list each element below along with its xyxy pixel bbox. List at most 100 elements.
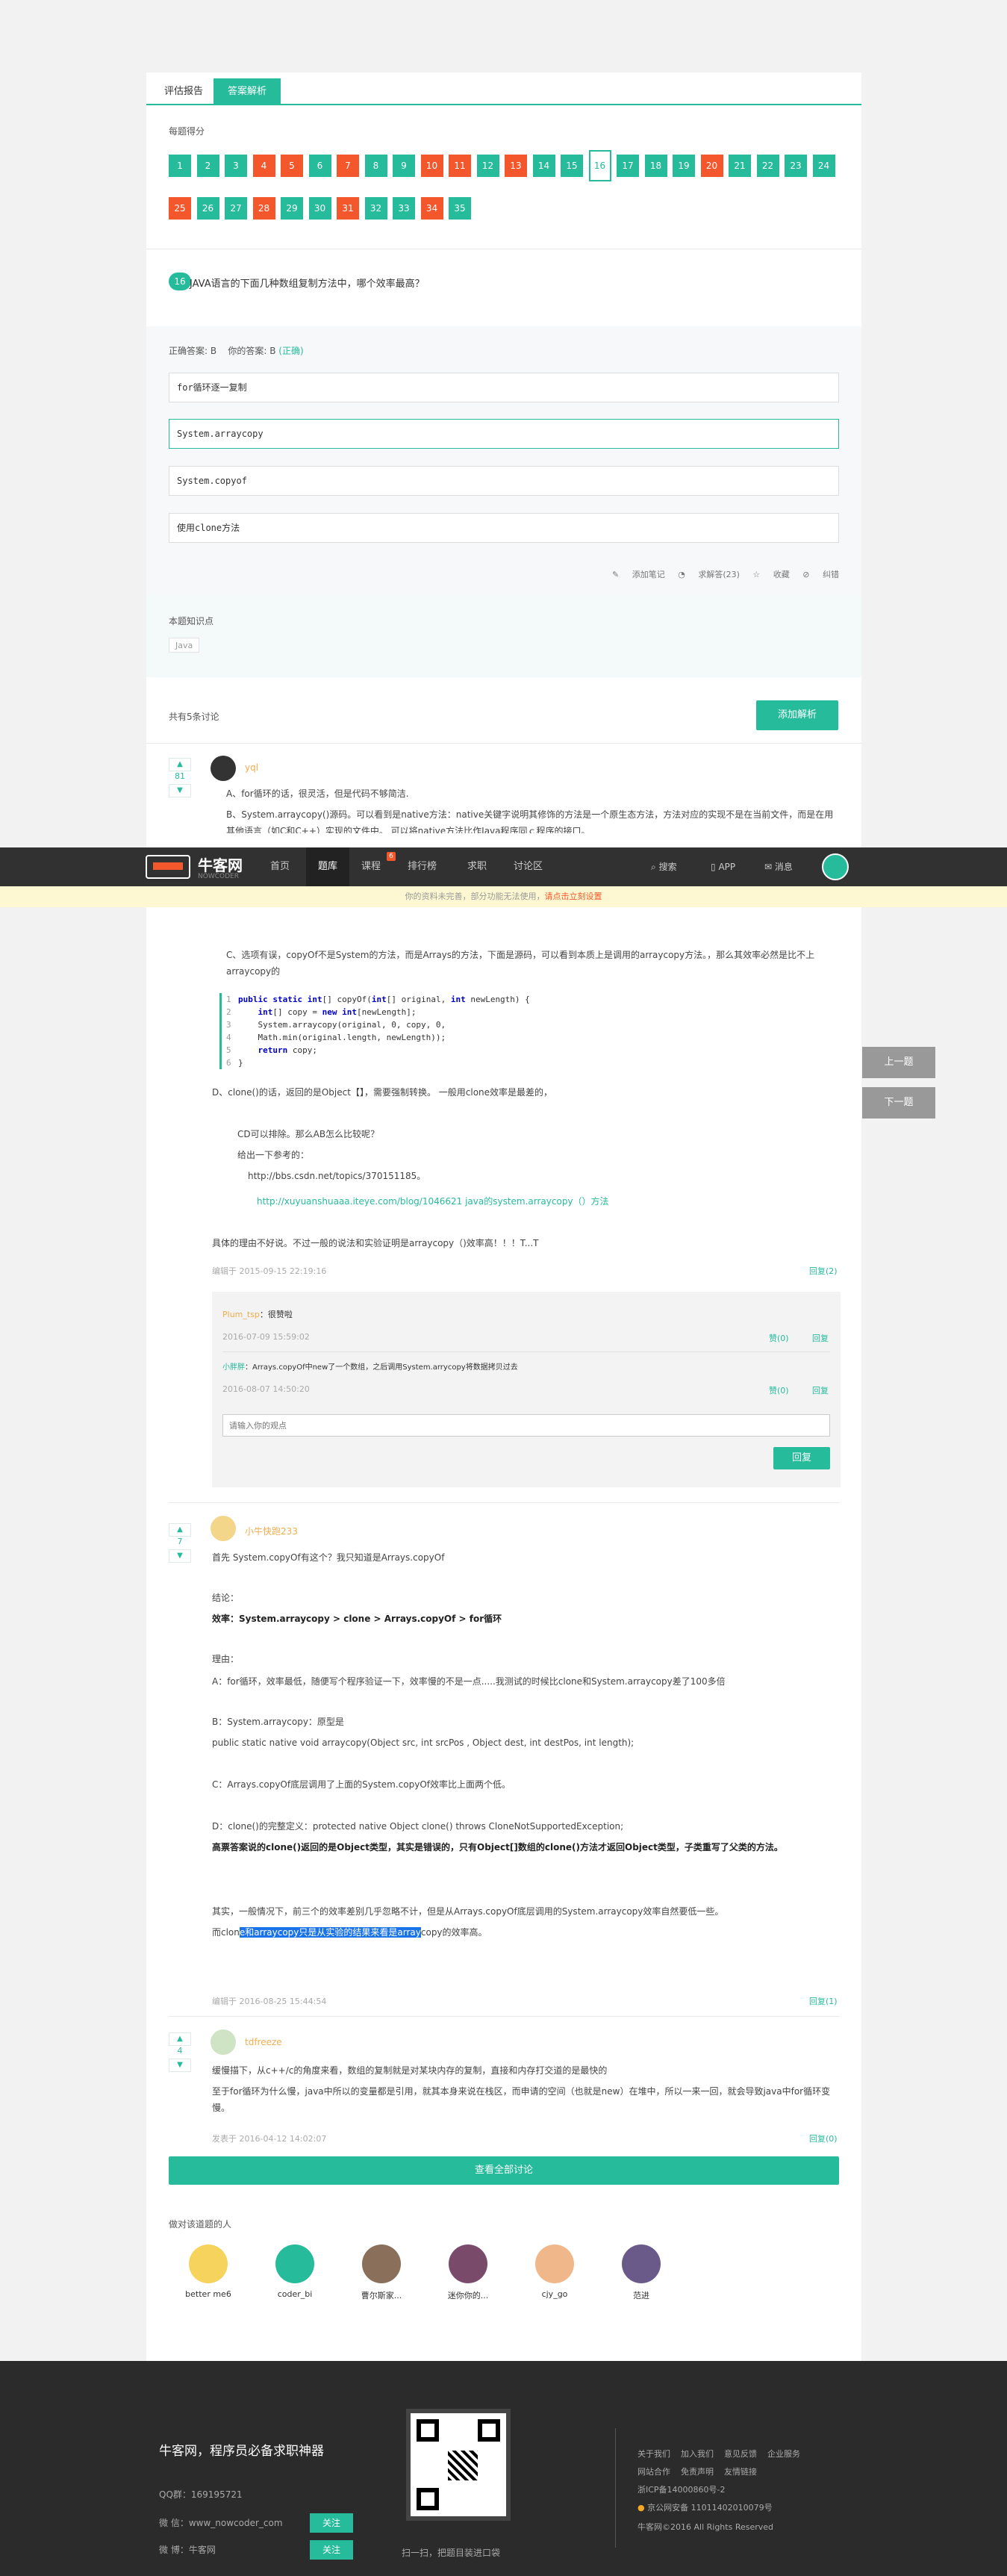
user-avatar[interactable]: [822, 853, 849, 880]
add-note-button[interactable]: ✎ 添加笔记: [612, 570, 665, 579]
nav-courses[interactable]: 课程: [361, 847, 381, 886]
footer-link-about[interactable]: 关于我们: [637, 2449, 670, 2459]
solver-person[interactable]: better me6: [182, 2244, 234, 2299]
question-square[interactable]: 8: [364, 155, 387, 177]
favorite-button[interactable]: ☆ 收藏: [752, 570, 789, 579]
question-square[interactable]: 2: [196, 155, 219, 177]
avatar[interactable]: [211, 1516, 236, 1541]
question-square[interactable]: 24: [812, 155, 835, 177]
nav-ranking[interactable]: 排行榜: [408, 847, 437, 886]
upvote-button[interactable]: ▲: [169, 2032, 191, 2046]
tab-report[interactable]: 评估报告: [155, 78, 212, 105]
question-square[interactable]: 21: [729, 155, 751, 177]
question-square[interactable]: 7: [337, 155, 359, 177]
avatar[interactable]: [211, 2029, 236, 2055]
nav-search[interactable]: ⌕ 搜索: [651, 847, 677, 886]
question-square[interactable]: 35: [449, 197, 471, 220]
question-square[interactable]: 29: [281, 197, 303, 220]
reply-toggle[interactable]: 回复(1): [809, 1995, 838, 2007]
question-square[interactable]: 27: [225, 197, 247, 220]
nav-app[interactable]: ▯ APP: [711, 847, 735, 886]
question-square[interactable]: 3: [225, 155, 247, 177]
nav-jobs[interactable]: 求职: [467, 847, 487, 886]
logo-text[interactable]: 牛客网: [198, 853, 243, 875]
reply-toggle[interactable]: 回复(2): [809, 1265, 838, 1277]
question-square[interactable]: 20: [700, 155, 723, 177]
question-square[interactable]: 11: [449, 155, 471, 177]
question-square[interactable]: 28: [252, 197, 275, 220]
question-square[interactable]: 32: [364, 197, 387, 220]
solver-person[interactable]: cjy_go: [529, 2244, 581, 2299]
nav-messages[interactable]: ✉ 消息: [764, 847, 793, 886]
question-square[interactable]: 31: [337, 197, 359, 220]
next-question-button[interactable]: 下一题: [862, 1087, 935, 1119]
reply-like[interactable]: 赞(0): [769, 1384, 789, 1396]
question-square[interactable]: 23: [785, 155, 807, 177]
footer-link-enterprise[interactable]: 企业服务: [767, 2449, 800, 2459]
solver-person[interactable]: coder_bi: [269, 2244, 321, 2299]
question-square[interactable]: 16: [588, 150, 611, 181]
question-square[interactable]: 18: [644, 155, 667, 177]
comment-username[interactable]: tdfreeze: [245, 2037, 282, 2047]
logo-icon[interactable]: [146, 855, 190, 879]
reply-reply[interactable]: 回复: [812, 1384, 829, 1396]
option-a[interactable]: for循环逐一复制: [169, 373, 839, 402]
downvote-button[interactable]: ▼: [169, 1549, 191, 1563]
question-square[interactable]: 22: [756, 155, 779, 177]
add-analysis-button[interactable]: 添加解析: [756, 700, 838, 730]
reply-input[interactable]: [222, 1414, 830, 1437]
footer-link-join[interactable]: 加入我们: [681, 2449, 714, 2459]
reply-user[interactable]: Plum_tsp: [222, 1310, 260, 1319]
footer-link-disclaimer[interactable]: 免责声明: [681, 2467, 714, 2477]
nav-question-bank[interactable]: 题库: [306, 847, 349, 886]
follow-wechat-button[interactable]: 关注: [310, 2513, 353, 2533]
reply-submit-button[interactable]: 回复: [773, 1447, 830, 1469]
footer-link-friends[interactable]: 友情链接: [724, 2467, 757, 2477]
question-square[interactable]: 30: [308, 197, 331, 220]
question-square[interactable]: 26: [196, 197, 219, 220]
question-square[interactable]: 34: [420, 197, 443, 220]
view-all-discussions-button[interactable]: 查看全部讨论: [169, 2156, 839, 2185]
option-d[interactable]: 使用clone方法: [169, 513, 839, 543]
reply-user[interactable]: 小胖胖: [222, 1363, 245, 1372]
prev-question-button[interactable]: 上一题: [862, 1047, 935, 1078]
upvote-button[interactable]: ▲: [169, 1523, 191, 1537]
footer-link-feedback[interactable]: 意见反馈: [724, 2449, 757, 2459]
solver-person[interactable]: 范进: [615, 2244, 667, 2301]
nav-home[interactable]: 首页: [270, 847, 290, 886]
question-square[interactable]: 6: [308, 155, 331, 177]
nav-forum[interactable]: 讨论区: [514, 847, 543, 886]
comment-username[interactable]: 小牛快跑233: [245, 1525, 298, 1537]
option-b[interactable]: System.arraycopy: [169, 419, 839, 449]
ref-link-1[interactable]: http://bbs.csdn.net/topics/370151185。: [248, 1168, 425, 1184]
question-square[interactable]: 5: [281, 155, 303, 177]
footer-link-partner[interactable]: 网站合作: [637, 2467, 670, 2477]
knowledge-tag[interactable]: Java: [169, 638, 200, 653]
follow-weibo-button[interactable]: 关注: [310, 2540, 353, 2560]
upvote-button[interactable]: ▲: [169, 758, 191, 771]
question-square[interactable]: 4: [252, 155, 275, 177]
question-square[interactable]: 15: [561, 155, 583, 177]
solver-person[interactable]: 曹尔斯家...: [355, 2244, 408, 2301]
reply-toggle[interactable]: 回复(0): [809, 2132, 838, 2144]
option-c[interactable]: System.copyof: [169, 466, 839, 496]
question-square[interactable]: 19: [673, 155, 695, 177]
solver-person[interactable]: 迷你你的...: [442, 2244, 494, 2301]
notice-link[interactable]: 请点击立刻设置: [545, 892, 602, 901]
report-button[interactable]: ⊘ 纠错: [802, 570, 839, 579]
question-square[interactable]: 12: [476, 155, 499, 177]
question-square[interactable]: 14: [532, 155, 555, 177]
question-square[interactable]: 25: [169, 197, 191, 220]
tab-analysis[interactable]: 答案解析: [213, 78, 281, 105]
question-square[interactable]: 17: [617, 155, 639, 177]
downvote-button[interactable]: ▼: [169, 2059, 191, 2072]
question-square[interactable]: 1: [169, 155, 191, 177]
ask-button[interactable]: ◔ 求解答(23): [678, 570, 740, 579]
question-square[interactable]: 9: [393, 155, 415, 177]
downvote-button[interactable]: ▼: [169, 784, 191, 797]
ref-link-2[interactable]: http://xuyuanshuaaa.iteye.com/blog/10466…: [257, 1193, 609, 1210]
avatar[interactable]: [211, 756, 236, 781]
question-square[interactable]: 10: [420, 155, 443, 177]
comment-username[interactable]: yql: [245, 762, 258, 773]
question-square[interactable]: 33: [393, 197, 415, 220]
